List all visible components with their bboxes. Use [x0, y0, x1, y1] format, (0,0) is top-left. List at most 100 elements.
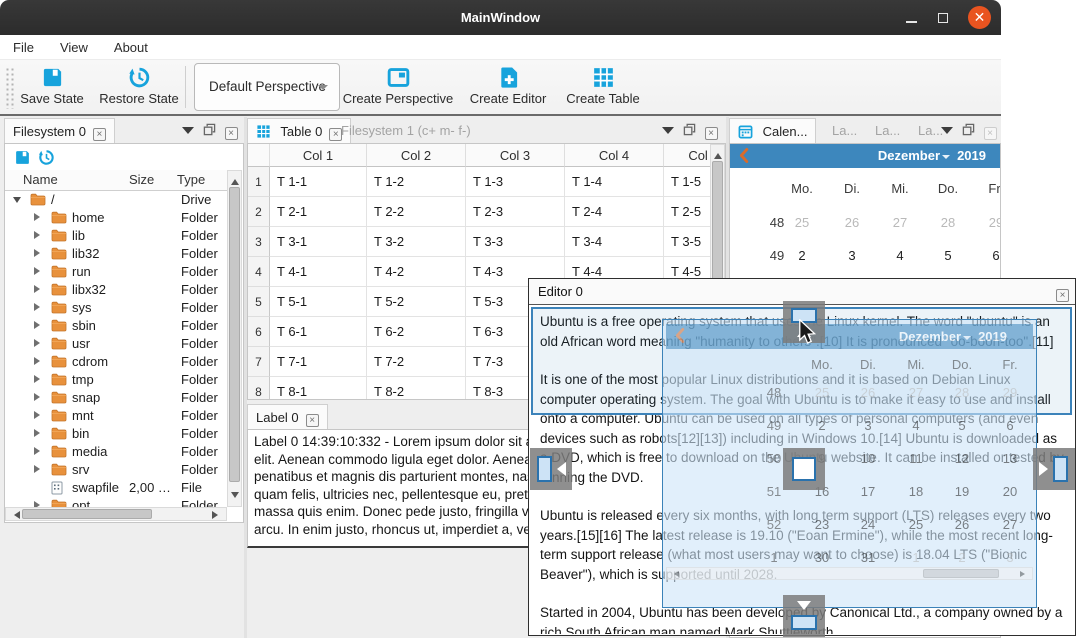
expand-icon[interactable] [34, 465, 44, 473]
tree-row-bin[interactable]: binFolder [5, 425, 227, 443]
table-row-header[interactable]: 3 [248, 227, 270, 257]
prev-month-icon[interactable] [738, 147, 749, 164]
table-cell[interactable]: T 1-4 [565, 167, 664, 197]
calendar-date[interactable]: 26 [845, 215, 859, 230]
perspective-combobox[interactable]: Default Perspective [194, 63, 340, 111]
expand-icon[interactable] [34, 213, 44, 221]
tree-vscrollbar[interactable] [227, 170, 242, 507]
create-table-button[interactable]: Create Table [558, 63, 648, 111]
calendar-date[interactable]: 25 [795, 215, 809, 230]
tree-header[interactable]: Name Size Type [5, 170, 227, 191]
scroll-down-icon[interactable] [231, 492, 239, 502]
close-button[interactable]: ✕ [968, 6, 991, 29]
table-col-header[interactable]: Col 1 [270, 144, 367, 167]
table-cell[interactable]: T 3-1 [270, 227, 367, 257]
tree-row-lib[interactable]: libFolder [5, 227, 227, 245]
table-col-header[interactable]: Col 5 [664, 144, 712, 167]
dock-indicator-center[interactable] [783, 448, 825, 490]
scroll-up-icon[interactable] [231, 175, 239, 185]
table-cell[interactable]: T 1-2 [367, 167, 466, 197]
window-titlebar[interactable]: MainWindow ✕ [0, 0, 1001, 35]
create-editor-button[interactable]: Create Editor [462, 63, 554, 111]
expand-icon[interactable] [34, 231, 44, 239]
table-row-header[interactable]: 4 [248, 257, 270, 287]
expand-icon[interactable] [34, 339, 44, 347]
menu-view[interactable]: View [47, 35, 101, 60]
tab-filesystem-0[interactable]: Filesystem 0× [4, 118, 115, 143]
dock-indicator-left[interactable] [530, 448, 572, 490]
table-row-header[interactable]: 7 [248, 347, 270, 377]
table-cell[interactable]: T 5-2 [367, 287, 466, 317]
expand-icon[interactable] [34, 249, 44, 257]
menu-about[interactable]: About [101, 35, 161, 60]
tree-hscrollbar[interactable] [5, 507, 227, 521]
tree-row-lib32[interactable]: lib32Folder [5, 245, 227, 263]
expand-icon[interactable] [34, 375, 44, 383]
table-cell[interactable]: T 2-1 [270, 197, 367, 227]
dock-indicator-bottom[interactable] [783, 595, 825, 637]
calendar-date[interactable]: 28 [941, 215, 955, 230]
expand-icon[interactable] [34, 303, 44, 311]
tree-vscroll-thumb[interactable] [229, 187, 240, 482]
editor-close-button[interactable]: × [1056, 284, 1069, 302]
tree-row-usr[interactable]: usrFolder [5, 335, 227, 353]
calendar-date[interactable]: 4 [896, 248, 903, 263]
expand-icon[interactable] [34, 267, 44, 275]
table-cell[interactable]: T 4-2 [367, 257, 466, 287]
table-col-header[interactable]: Col 2 [367, 144, 466, 167]
expand-icon[interactable] [34, 321, 44, 329]
table-cell[interactable]: T 6-1 [270, 317, 367, 347]
tree-row-cdrom[interactable]: cdromFolder [5, 353, 227, 371]
dock-menu-button[interactable] [938, 123, 956, 143]
fs-save-icon-button[interactable] [14, 149, 31, 166]
expand-icon[interactable] [34, 447, 44, 455]
tab-label-2[interactable]: La... [867, 118, 908, 143]
dock-float-button[interactable] [200, 123, 218, 139]
table-cell[interactable]: T 4-1 [270, 257, 367, 287]
table-cell[interactable]: T 7-1 [270, 347, 367, 377]
tab-calendar[interactable]: Calen... [729, 118, 816, 143]
table-cell[interactable]: T 8-2 [367, 377, 466, 400]
maximize-button[interactable] [933, 8, 953, 28]
tree-row-mnt[interactable]: mntFolder [5, 407, 227, 425]
expand-icon[interactable] [34, 357, 44, 365]
table-cell[interactable]: T 2-5 [664, 197, 712, 227]
calendar-date[interactable]: 3 [848, 248, 855, 263]
tree-row-swapfile[interactable]: swapfile2,00 …File [5, 479, 227, 497]
fs-restore-icon-button[interactable] [38, 149, 55, 166]
table-cell[interactable]: T 2-2 [367, 197, 466, 227]
table-row-header[interactable]: 1 [248, 167, 270, 197]
table-cell[interactable]: T 5-1 [270, 287, 367, 317]
tree-row-tmp[interactable]: tmpFolder [5, 371, 227, 389]
tree-row-run[interactable]: runFolder [5, 263, 227, 281]
dock-close-button[interactable]: × [981, 123, 999, 140]
scroll-right-icon[interactable] [212, 511, 222, 519]
table-cell[interactable]: T 7-2 [367, 347, 466, 377]
table-cell[interactable]: T 3-2 [367, 227, 466, 257]
table-cell[interactable]: T 3-3 [466, 227, 565, 257]
calendar-date[interactable]: 2 [798, 248, 805, 263]
dock-float-button[interactable] [680, 123, 698, 139]
tree-row-root[interactable]: /Drive [5, 191, 227, 209]
table-cell[interactable]: T 6-2 [367, 317, 466, 347]
expand-icon[interactable] [34, 285, 44, 293]
table-row-header[interactable]: 5 [248, 287, 270, 317]
table-cell[interactable]: T 1-5 [664, 167, 712, 197]
create-perspective-button[interactable]: Create Perspective [334, 63, 462, 111]
calendar-date[interactable]: 6 [992, 248, 999, 263]
dock-menu-button[interactable] [659, 123, 677, 143]
tree-row-sbin[interactable]: sbinFolder [5, 317, 227, 335]
tree-row-snap[interactable]: snapFolder [5, 389, 227, 407]
menu-file[interactable]: File [0, 35, 47, 60]
collapse-icon[interactable] [13, 197, 21, 207]
dock-indicator-right[interactable] [1033, 448, 1075, 490]
tree-row-sys[interactable]: sysFolder [5, 299, 227, 317]
calendar-date[interactable]: 27 [893, 215, 907, 230]
dock-close-button[interactable]: × [222, 123, 240, 140]
table-cell[interactable]: T 3-5 [664, 227, 712, 257]
scroll-left-icon[interactable] [10, 511, 20, 519]
table-col-header[interactable]: Col 4 [565, 144, 664, 167]
calendar-date[interactable]: 5 [944, 248, 951, 263]
table-col-header[interactable]: Col 3 [466, 144, 565, 167]
calendar-date[interactable]: 29 [989, 215, 1001, 230]
